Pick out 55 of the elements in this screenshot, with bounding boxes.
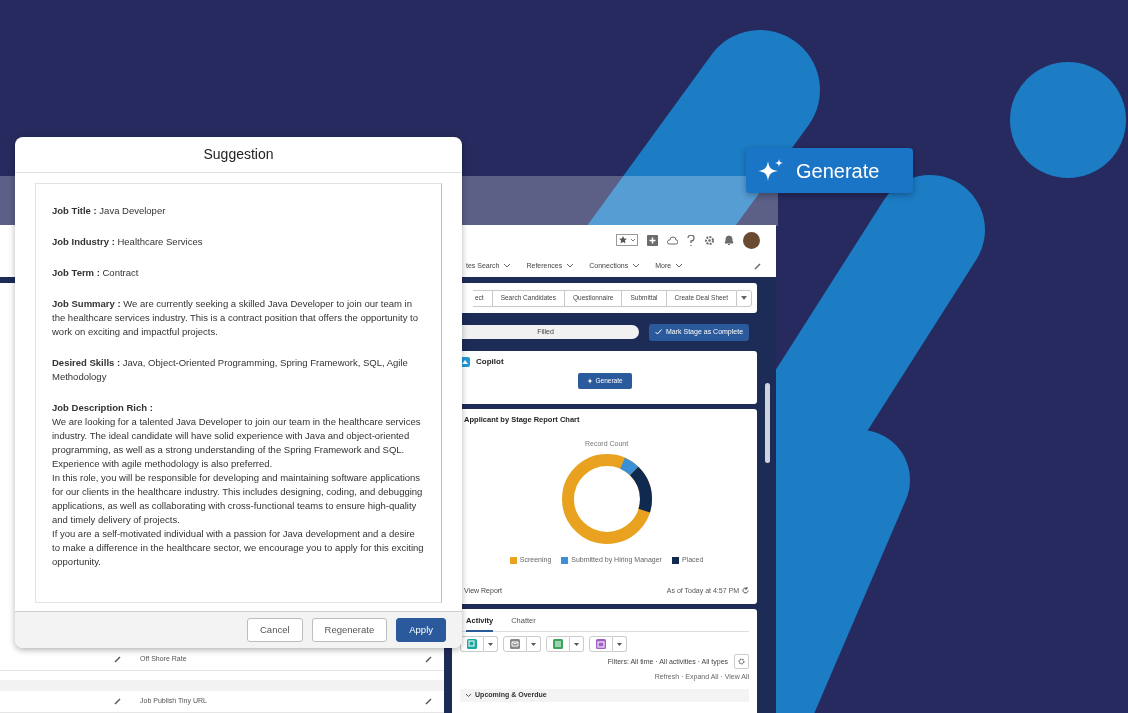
edit-icon[interactable]: [114, 698, 121, 705]
caret-icon: [531, 642, 537, 646]
caret-icon: [574, 642, 580, 646]
call-icon: [467, 639, 478, 650]
caret-icon: [741, 296, 748, 300]
description-label: Job Description Rich :: [52, 401, 154, 415]
calendar-icon: [596, 639, 607, 650]
dialog-button[interactable]: Regenerate: [311, 618, 388, 642]
dropdown-button[interactable]: [570, 636, 585, 653]
chevron-down-icon: [466, 693, 472, 697]
settings-icon: [738, 658, 746, 666]
chevron-down-icon: [567, 264, 574, 268]
chevron-down-icon: [504, 264, 511, 268]
card-title: Copilot: [476, 356, 504, 368]
favorites-icon: [616, 234, 638, 246]
settings-button[interactable]: [734, 654, 750, 670]
dropdown-button[interactable]: [527, 636, 542, 653]
chevron-down-icon: [676, 264, 683, 268]
email-icon: [510, 639, 521, 650]
checkmark-icon: [655, 329, 662, 335]
quick-action-button[interactable]: [546, 636, 571, 653]
help-icon: [687, 234, 695, 246]
more-actions-button[interactable]: [736, 289, 753, 307]
quick-action-button[interactable]: [503, 636, 528, 653]
sparkle-icon: [586, 378, 593, 384]
avatar: [743, 231, 760, 249]
dropdown-button[interactable]: [484, 636, 499, 653]
refresh-icon[interactable]: [742, 587, 750, 595]
field-text: Job Term : Contract: [52, 266, 140, 280]
event-icon: [553, 639, 564, 650]
caret-icon: [617, 642, 623, 646]
bell-icon: [724, 234, 734, 246]
edit-icon[interactable]: [114, 656, 121, 663]
description-paragraph: We are looking for a talented Java Developer to join our team in the healthcare services industry. The ideal candidate will have solid experience with Java and object-oriented programming, as well as a strong understanding of the Spring Framework and SQL. Experience with agile methodology is also preferred.: [52, 415, 422, 471]
apply-button[interactable]: Apply: [396, 618, 446, 642]
edit-icon[interactable]: [425, 656, 433, 663]
description-paragraph: In this role, you will be responsible for developing and maintaining software applications for our clients in the healthcare industry. This includes designing, coding, and debugging applications, as well as collaborating with cross-functional teams to ensure high-quality and timely delivery of projects.: [52, 471, 424, 527]
edit-icon[interactable]: [425, 698, 433, 705]
generate-button[interactable]: Generate: [746, 148, 913, 193]
field-text: Job Summary : We are currently seeking a skilled Java Developer to join our team in the healthcare services industry. This is a contract position that offers the opportunity to work on exciting and impactful projects.: [52, 297, 419, 339]
edit-icon: [754, 262, 762, 270]
field-text: Job Industry : Healthcare Services: [52, 235, 204, 249]
field-text: Desired Skills : Java, Object-Oriented Programming, Spring Framework, SQL, Agile Methodology: [52, 356, 409, 384]
settings-icon: [704, 234, 715, 246]
cloud-icon: [667, 234, 678, 246]
add-icon: [647, 234, 658, 246]
caret-icon: [488, 642, 494, 646]
chevron-down-icon: [633, 264, 640, 268]
dropdown-button[interactable]: [613, 636, 628, 653]
quick-action-button[interactable]: [589, 636, 614, 653]
dialog-button[interactable]: Cancel: [247, 618, 303, 642]
dialog-title: Suggestion: [203, 145, 274, 164]
field-text: Job Title : Java Developer: [52, 204, 167, 218]
description-paragraph: If you are a self-motivated individual with a passion for Java development and a desire to make a difference in the healthcare sector, we encourage you to apply for this exciting opportunity.: [52, 527, 425, 569]
scrollbar[interactable]: [765, 383, 770, 463]
